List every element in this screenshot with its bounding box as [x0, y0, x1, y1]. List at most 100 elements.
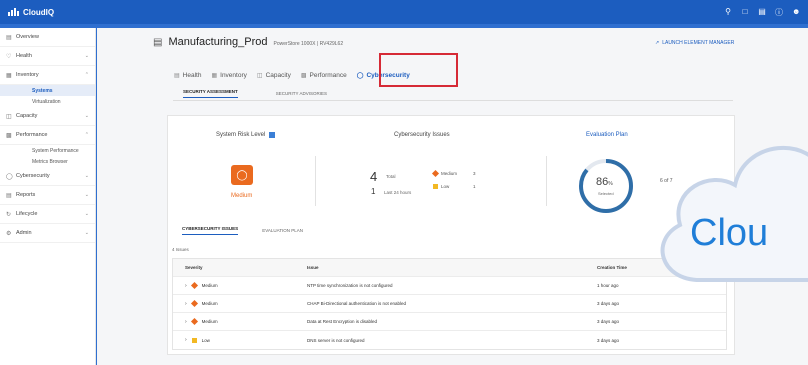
tab-performance[interactable]: ▩ Performance — [301, 72, 347, 79]
sidebar-subitem-systems[interactable]: Systems — [0, 85, 95, 96]
tab-label: Health — [182, 71, 202, 79]
tab-inventory[interactable]: ▦ Inventory — [211, 72, 246, 79]
sidebar: ▤ Overview ♡ Health ⌄ ▦ Inventory ⌃ Syst… — [0, 28, 96, 365]
divider — [546, 156, 547, 206]
lifecycle-icon: ↻ — [6, 211, 12, 218]
divider — [315, 156, 316, 206]
app-name: CloudIQ — [23, 7, 55, 17]
chevron-down-icon: ⌄ — [84, 173, 89, 179]
user-icon[interactable]: ☻ — [792, 7, 800, 18]
medium-severity-icon — [190, 317, 198, 326]
recent-issues-label: Last 24 hours — [384, 190, 412, 195]
tab-evaluation-plan[interactable]: EVALUATION PLAN — [262, 228, 303, 233]
reports-icon: ▤ — [6, 192, 12, 199]
row-severity: Medium — [201, 319, 218, 324]
chat-icon[interactable]: □ — [741, 7, 749, 18]
medium-severity-summary: Medium 3 — [431, 169, 476, 178]
admin-icon: ⚙ — [6, 230, 12, 237]
sidebar-item-inventory[interactable]: ▦ Inventory ⌃ — [0, 66, 95, 85]
inventory-icon: ▦ — [211, 72, 218, 79]
sidebar-subitem-metrics-browser[interactable]: Metrics Browser — [0, 156, 95, 167]
sidebar-item-health[interactable]: ♡ Health ⌄ — [0, 47, 95, 66]
health-icon: ▤ — [174, 72, 180, 79]
search-icon[interactable]: ⚲ — [724, 7, 732, 18]
row-time: 3 days ago — [597, 319, 620, 324]
performance-icon: ▩ — [300, 72, 307, 79]
sidebar-item-label: Overview — [16, 34, 39, 40]
page-header: ▤ Manufacturing_Prod PowerStore 1000X | … — [153, 36, 343, 48]
chevron-up-icon: ⌃ — [84, 72, 89, 78]
low-severity-summary: Low 1 — [433, 184, 476, 189]
row-severity: Medium — [201, 283, 218, 288]
sidebar-subitem-virtualization[interactable]: Virtualization — [0, 96, 95, 107]
row-issue: NTP time synchronization is not configur… — [307, 283, 393, 288]
tab-health[interactable]: ▤ Health — [174, 72, 201, 79]
issues-count: 4 Issues — [172, 247, 189, 252]
sidebar-item-label: Cybersecurity — [16, 173, 50, 179]
medium-severity-icon — [431, 169, 440, 178]
highlight-box — [379, 53, 458, 87]
expand-icon[interactable]: › — [185, 301, 187, 307]
logo-icon — [8, 8, 19, 16]
subtab-security-advisories[interactable]: SECURITY ADVISORIES — [276, 91, 327, 96]
tab-capacity[interactable]: ◫ Capacity — [257, 72, 291, 79]
capacity-icon: ◫ — [256, 72, 263, 79]
expand-icon[interactable]: › — [185, 283, 187, 289]
chevron-down-icon: ⌄ — [84, 53, 89, 59]
page-subtitle: PowerStore 1000X | RV429L62 — [273, 41, 344, 47]
header-severity[interactable]: Severity — [173, 265, 307, 270]
chevron-down-icon: ⌄ — [84, 113, 89, 119]
total-issues-count: 4 — [370, 169, 378, 184]
health-icon: ♡ — [6, 53, 12, 60]
row-severity: Medium — [201, 301, 218, 306]
sidebar-item-cybersecurity[interactable]: ◯ Cybersecurity ⌄ — [0, 167, 95, 186]
tab-label: Capacity — [265, 71, 291, 79]
expand-icon[interactable]: › — [185, 319, 187, 325]
tab-label: Performance — [309, 71, 347, 79]
shield-icon: ◯ — [356, 72, 364, 79]
page-title: Manufacturing_Prod — [168, 36, 268, 48]
medium-label: Medium — [441, 171, 458, 176]
info-icon[interactable] — [269, 132, 276, 138]
sidebar-item-capacity[interactable]: ◫ Capacity ⌄ — [0, 107, 95, 126]
sidebar-item-label: Inventory — [16, 72, 39, 78]
evaluation-plan-link[interactable]: Evaluation Plan — [586, 132, 628, 138]
sidebar-item-admin[interactable]: ⚙ Admin ⌄ — [0, 224, 95, 243]
sidebar-item-lifecycle[interactable]: ↻ Lifecycle ⌄ — [0, 205, 95, 224]
low-severity-icon — [191, 337, 197, 343]
tab-label: Inventory — [220, 71, 247, 79]
table-row[interactable]: › Medium Data at Rest Encryption is disab… — [173, 313, 726, 331]
subtab-security-assessment[interactable]: SECURITY ASSESSMENT — [183, 89, 238, 98]
sidebar-item-label: Health — [16, 53, 32, 59]
row-time: 3 days ago — [597, 337, 620, 343]
risk-level-label: System Risk Level — [216, 132, 266, 138]
low-count: 1 — [473, 184, 476, 189]
sidebar-subitem-system-performance[interactable]: System Performance — [0, 145, 95, 156]
top-icons: ⚲ □ ▤ ⓘ ☻ — [724, 7, 800, 18]
app-logo[interactable]: CloudIQ — [8, 8, 54, 17]
evaluation-percent-value: 86 — [596, 176, 609, 188]
medium-count: 3 — [473, 171, 476, 176]
low-severity-icon — [433, 184, 438, 189]
table-row[interactable]: › Low DNS server is not configured 3 days… — [173, 331, 726, 349]
medium-severity-icon — [190, 299, 198, 308]
performance-icon: ▩ — [6, 132, 12, 139]
cloud-overlay-text: Clou — [690, 212, 769, 254]
sidebar-item-label: Capacity — [16, 113, 38, 119]
expand-icon[interactable]: › — [185, 337, 187, 343]
header-issue[interactable]: Issue — [307, 265, 597, 270]
row-severity: Low — [201, 337, 210, 343]
row-issue: Data at Rest Encryption is disabled — [307, 319, 378, 324]
list-icon[interactable]: ▤ — [758, 7, 766, 18]
launch-element-manager-link[interactable]: ↗ LAUNCH ELEMENT MANAGER — [655, 40, 734, 46]
recent-issues-count: 1 — [371, 187, 376, 196]
tab-cybersecurity-issues[interactable]: CYBERSECURITY ISSUES — [182, 226, 239, 235]
sidebar-item-reports[interactable]: ▤ Reports ⌄ — [0, 186, 95, 205]
total-issues-label: Total — [386, 174, 396, 179]
sidebar-item-label: Reports — [16, 192, 36, 198]
system-icon: ▤ — [153, 37, 163, 48]
help-icon[interactable]: ⓘ — [775, 7, 783, 18]
sidebar-item-label: Performance — [16, 132, 48, 138]
sidebar-item-performance[interactable]: ▩ Performance ⌃ — [0, 126, 95, 145]
sidebar-item-overview[interactable]: ▤ Overview — [0, 28, 95, 47]
